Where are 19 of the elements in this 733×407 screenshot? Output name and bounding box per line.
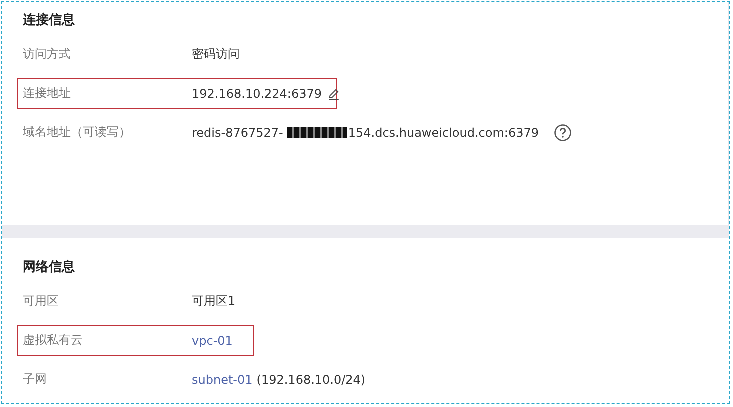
help-icon[interactable] [554, 124, 572, 142]
field-label: 可用区 [23, 293, 60, 310]
link[interactable]: subnet-01 [192, 372, 253, 386]
field-value: 154.dcs.huaweicloud.com:6379 [348, 126, 539, 140]
field-label: 子网 [23, 371, 48, 388]
field-value: 密码访问 [192, 46, 240, 63]
section-title: 网络信息 [23, 259, 76, 277]
pencil-icon[interactable] [327, 86, 342, 100]
link[interactable]: vpc-01 [192, 334, 233, 348]
field-value: redis-8767527- [192, 126, 284, 140]
field-label: 访问方式 [23, 46, 72, 63]
section-title: 连接信息 [23, 12, 76, 30]
field-value: 192.168.10.224:6379 [192, 86, 322, 100]
field-value: (192.168.10.0/24) [256, 372, 366, 386]
field-label: 虚拟私有云 [23, 332, 84, 349]
field-label: 连接地址 [23, 85, 72, 102]
field-label: 域名地址（可读写） [23, 124, 132, 141]
redaction-mask [287, 127, 348, 138]
field-value: 可用区1 [192, 293, 236, 310]
